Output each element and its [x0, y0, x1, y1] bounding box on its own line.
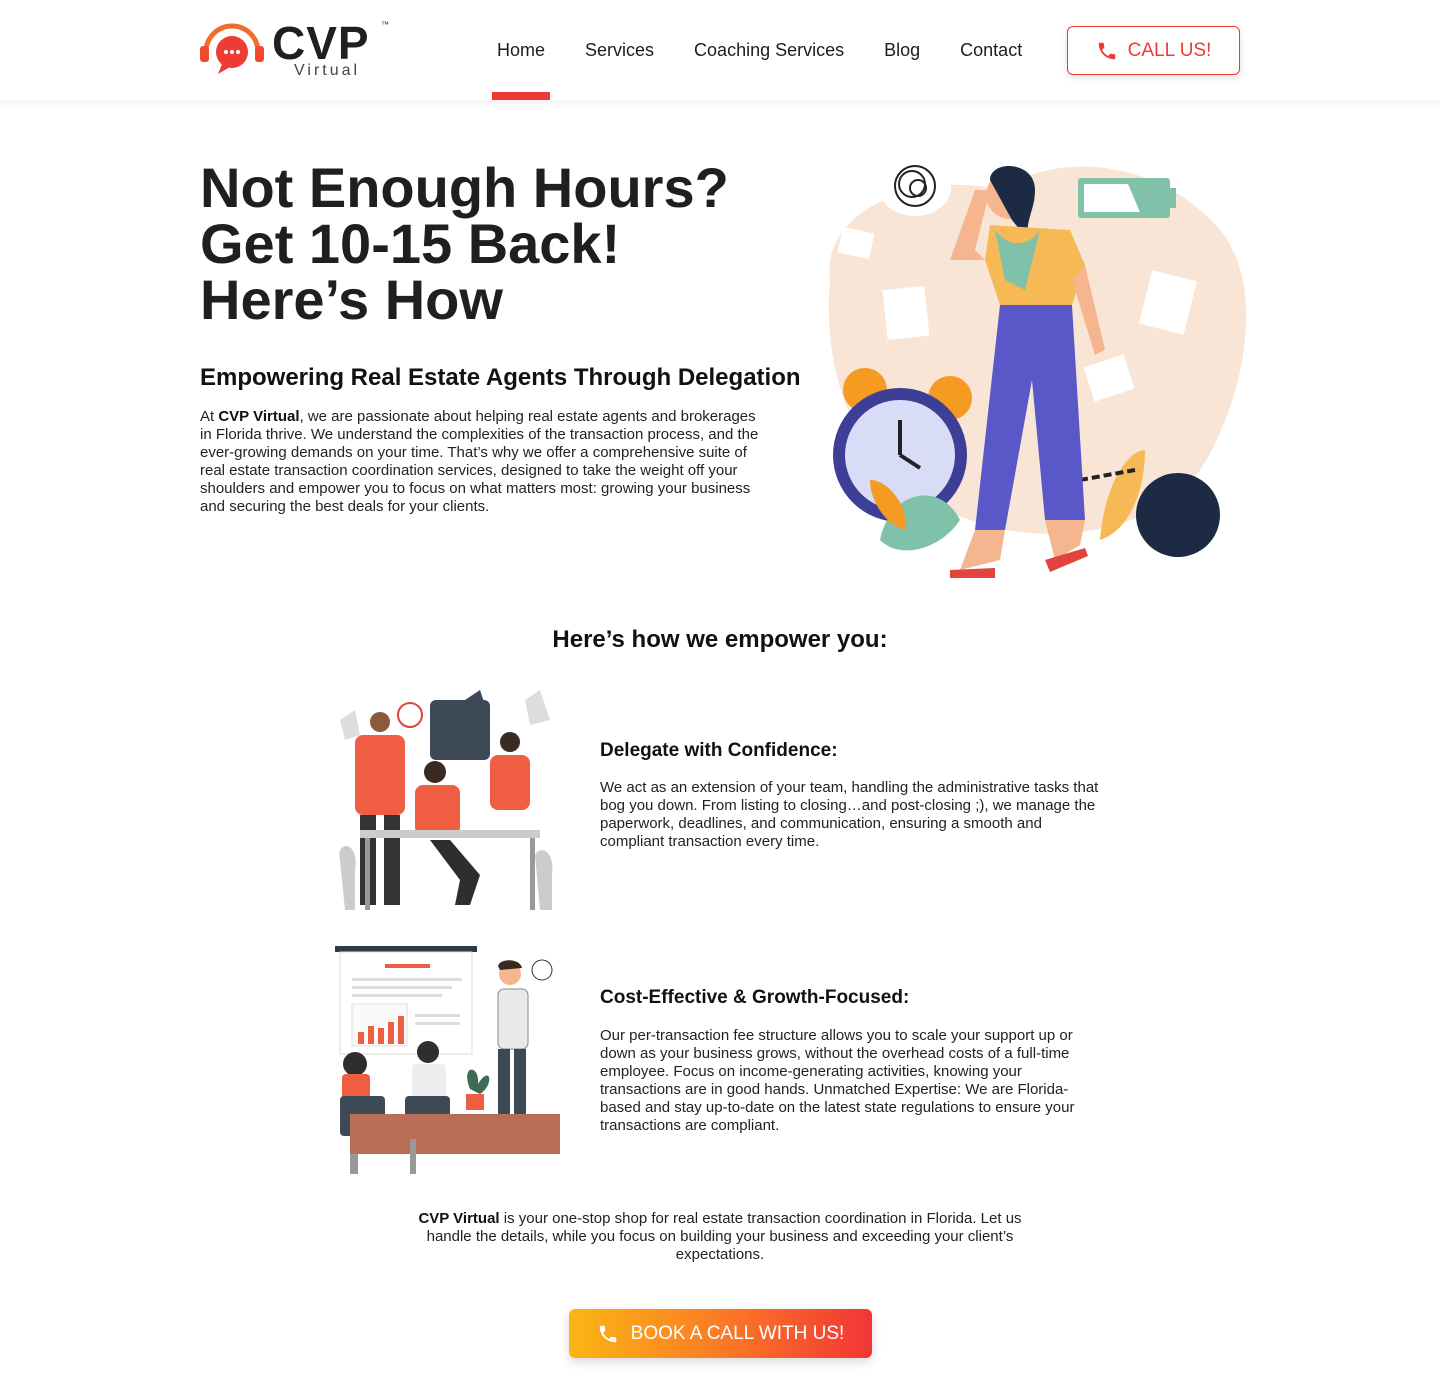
- feature-text-delegate: We act as an extension of your team, han…: [600, 779, 1099, 850]
- headset-chat-logo-icon: [200, 23, 264, 74]
- logo-text: CVP: [272, 17, 370, 69]
- logo-trademark: ™: [381, 20, 389, 29]
- nav-label: Home: [497, 39, 546, 60]
- hero-subtitle: Empowering Real Estate Agents Through De…: [200, 364, 801, 391]
- brand-name: CVP Virtual: [218, 408, 300, 425]
- nav-label: Services: [585, 39, 655, 60]
- team-collaboration-illustration: [339, 690, 553, 910]
- nav-label: Coaching Services: [694, 39, 845, 60]
- nav-item-blog[interactable]: Blog: [864, 0, 940, 100]
- feature-title-delegate: Delegate with Confidence:: [600, 740, 838, 761]
- feature-text-cost-effective: Our per-transaction fee structure allows…: [600, 1027, 1075, 1134]
- nav-item-home[interactable]: Home: [477, 0, 565, 100]
- main-nav: Home Services Coaching Services Blog Con…: [477, 0, 1042, 100]
- closing-paragraph: CVP Virtual is your one-stop shop for re…: [400, 1210, 1040, 1264]
- hero-paragraph: At CVP Virtual, we are passionate about …: [200, 408, 760, 516]
- call-us-button[interactable]: CALL US!: [1067, 26, 1240, 75]
- tired-woman-illustration: [828, 160, 1247, 578]
- logo[interactable]: CVP ™ Virtual: [198, 18, 398, 82]
- book-call-button[interactable]: BOOK A CALL WITH US!: [569, 1309, 872, 1358]
- hero-title-line: Get 10-15 Back!: [200, 212, 621, 275]
- brand-name: CVP Virtual: [418, 1210, 500, 1227]
- active-indicator: [492, 92, 551, 100]
- nav-item-services[interactable]: Services: [565, 0, 674, 100]
- phone-icon: [599, 1325, 616, 1342]
- nav-item-coaching-services[interactable]: Coaching Services: [674, 0, 864, 100]
- hero-title-line: Not Enough Hours?: [200, 156, 729, 219]
- nav-label: Blog: [884, 39, 921, 60]
- closing-body: is your one-stop shop for real estate tr…: [426, 1210, 1022, 1263]
- book-call-label: BOOK A CALL WITH US!: [630, 1322, 845, 1344]
- call-us-label: CALL US!: [1127, 39, 1212, 61]
- feature-title-cost-effective: Cost-Effective & Growth-Focused:: [600, 987, 910, 1008]
- hero-title: Not Enough Hours? Get 10-15 Back! Here’s…: [200, 160, 760, 328]
- phone-icon: [1098, 42, 1115, 59]
- logo-subtext: Virtual: [294, 62, 361, 79]
- presentation-meeting-illustration: [335, 946, 560, 1174]
- site-header: CVP ™ Virtual Home Services Coaching Ser…: [0, 0, 1440, 100]
- nav-label: Contact: [960, 39, 1023, 60]
- section-title: Here’s how we empower you:: [552, 626, 888, 653]
- para-prefix: At: [200, 408, 219, 425]
- nav-item-contact[interactable]: Contact: [940, 0, 1042, 100]
- hero-title-line: Here’s How: [200, 268, 503, 331]
